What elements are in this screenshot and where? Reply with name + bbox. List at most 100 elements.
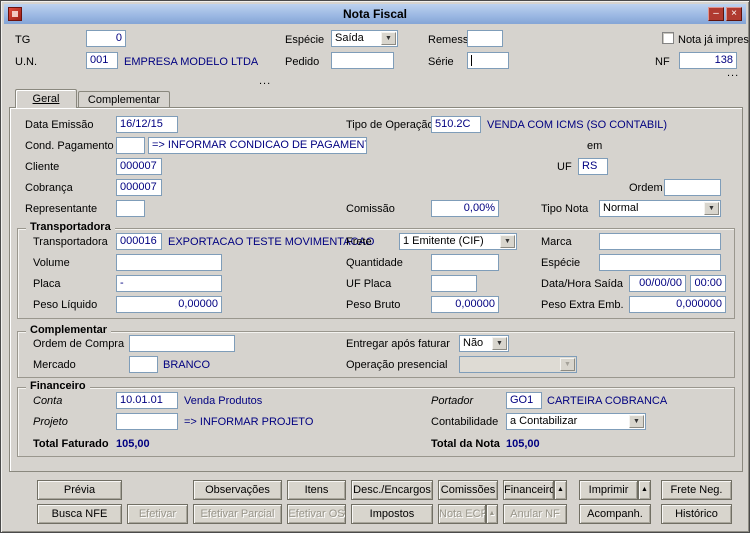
contabilidade-value: a Contabilizar	[510, 415, 578, 427]
pedido-input[interactable]	[331, 52, 394, 69]
cond-pagamento-description-box: => INFORMAR CONDICAO DE PAGAMENTO	[148, 137, 367, 154]
tipo-nota-select[interactable]: Normal ▼	[599, 200, 721, 217]
cliente-input[interactable]: 000007	[116, 158, 162, 175]
peso-extra-input[interactable]: 0,000000	[629, 296, 726, 313]
peso-bruto-input[interactable]: 0,00000	[431, 296, 499, 313]
data-emissao-input[interactable]: 16/12/15	[116, 116, 178, 133]
peso-liquido-label: Peso Líquido	[33, 299, 98, 311]
financeiro-button[interactable]: Financeiro	[503, 480, 554, 500]
nota-ecf-button: Nota ECF	[438, 504, 486, 524]
cobranca-input[interactable]: 000007	[116, 179, 162, 196]
dropdown-arrow-icon: ▼	[704, 202, 719, 215]
close-button[interactable]: ×	[726, 7, 742, 21]
ordem-compra-label: Ordem de Compra	[33, 338, 125, 350]
especie-select[interactable]: Saída ▼	[331, 30, 398, 47]
tab-complementar[interactable]: Complementar	[78, 91, 170, 107]
un-label: U.N.	[15, 56, 37, 68]
minimize-button[interactable]: –	[708, 7, 724, 21]
mercado-input[interactable]	[129, 356, 158, 373]
projeto-input[interactable]	[116, 413, 178, 430]
imprimir-button[interactable]: Imprimir	[579, 480, 638, 500]
ordem-compra-input[interactable]	[129, 335, 235, 352]
mercado-label: Mercado	[33, 359, 76, 371]
especie-emb-input[interactable]	[599, 254, 721, 271]
impostos-button[interactable]: Impostos	[351, 504, 433, 524]
projeto-label: Projeto	[33, 416, 68, 428]
ordem-input[interactable]	[664, 179, 721, 196]
em-label: em	[587, 140, 603, 152]
comissao-input[interactable]: 0,00%	[431, 200, 499, 217]
peso-bruto-label: Peso Bruto	[346, 299, 401, 311]
data-saida-input[interactable]: 00/00/00	[629, 275, 686, 292]
quantidade-input[interactable]	[431, 254, 499, 271]
app-icon	[8, 7, 22, 21]
serie-label: Série	[428, 56, 454, 68]
contabilidade-select[interactable]: a Contabilizar ▼	[506, 413, 646, 430]
conta-description: Venda Produtos	[184, 395, 263, 407]
representante-input[interactable]	[116, 200, 145, 217]
mercado-description: BRANCO	[163, 359, 211, 371]
desc-encargos-button[interactable]: Desc./Encargos	[351, 480, 433, 500]
especie-label: Espécie	[285, 34, 325, 46]
dropdown-arrow-icon: ▼	[381, 32, 396, 45]
financeiro-expand-arrow-icon[interactable]: ▲	[554, 480, 567, 500]
data-hora-saida-label: Data/Hora Saída	[541, 278, 623, 290]
busca-nfe-button[interactable]: Busca NFE	[37, 504, 122, 524]
previa-button[interactable]: Prévia	[37, 480, 122, 500]
observacoes-button[interactable]: Observações	[193, 480, 282, 500]
remessa-input[interactable]	[467, 30, 503, 47]
placa-input[interactable]: -	[116, 275, 222, 292]
uf-placa-input[interactable]	[431, 275, 477, 292]
portador-input[interactable]: GO1	[506, 392, 542, 409]
header-splitter-ellipsis[interactable]: ...	[259, 75, 271, 87]
historico-button[interactable]: Histórico	[661, 504, 732, 524]
entregar-apos-faturar-select[interactable]: Não ▼	[459, 335, 509, 352]
volume-input[interactable]	[116, 254, 222, 271]
cond-pagamento-input[interactable]	[116, 137, 145, 154]
imprimir-expand-arrow-icon[interactable]: ▲	[638, 480, 651, 500]
projeto-description: => INFORMAR PROJETO	[184, 416, 314, 428]
frete-neg-button[interactable]: Frete Neg.	[661, 480, 732, 500]
efetivar-parcial-button: Efetivar Parcial	[193, 504, 282, 524]
entregar-apos-faturar-value: Não	[463, 337, 484, 349]
frete-select[interactable]: 1 Emitente (CIF) ▼	[399, 233, 517, 250]
tab-geral[interactable]: Geral	[15, 89, 77, 108]
tg-label: TG	[15, 34, 31, 46]
total-da-nota-label: Total da Nota	[431, 438, 500, 450]
transportadora-input[interactable]: 000016	[116, 233, 162, 250]
tg-input[interactable]: 0	[86, 30, 126, 47]
hora-saida-input[interactable]: 00:00	[690, 275, 726, 292]
itens-button[interactable]: Itens	[287, 480, 346, 500]
tipo-nota-value: Normal	[603, 202, 639, 214]
text-caret	[471, 55, 472, 66]
tipo-operacao-input[interactable]: 510.2C	[431, 116, 481, 133]
representante-label: Representante	[25, 203, 98, 215]
uf-input[interactable]: RS	[578, 158, 608, 175]
pedido-label: Pedido	[285, 56, 320, 68]
nota-ja-impressa-checkbox[interactable]	[662, 32, 674, 44]
complementar-group-title: Complementar	[26, 324, 112, 336]
anular-nf-button: Anular NF	[503, 504, 567, 524]
peso-extra-label: Peso Extra Emb.	[541, 299, 624, 311]
acompanh-button[interactable]: Acompanh.	[579, 504, 651, 524]
volume-label: Volume	[33, 257, 70, 269]
tipo-operacao-description: VENDA COM ICMS (SO CONTABIL)	[487, 119, 668, 131]
dropdown-arrow-icon: ▼	[560, 358, 575, 371]
transportadora-description: EXPORTACAO TESTE MOVIMENTACAO	[168, 236, 375, 248]
frete-value: 1 Emitente (CIF)	[403, 235, 484, 247]
dropdown-arrow-icon: ▼	[492, 337, 507, 350]
serie-input[interactable]	[467, 52, 509, 69]
peso-liquido-input[interactable]: 0,00000	[116, 296, 222, 313]
efetivar-button: Efetivar	[127, 504, 188, 524]
nota-fiscal-window: Nota Fiscal – × TG 0 Espécie Saída ▼ Rem…	[0, 0, 750, 533]
marca-input[interactable]	[599, 233, 721, 250]
entregar-apos-faturar-label: Entregar após faturar	[346, 338, 450, 350]
conta-input[interactable]: 10.01.01	[116, 392, 178, 409]
efetivar-os-button: Efetivar OS	[287, 504, 346, 524]
un-input[interactable]: 001	[86, 52, 118, 69]
nf-ellipsis-button[interactable]: ...	[727, 67, 739, 79]
operacao-presencial-label: Operação presencial	[346, 359, 448, 371]
financeiro-group-title: Financeiro	[26, 380, 90, 392]
placa-label: Placa	[33, 278, 61, 290]
comissoes-button[interactable]: Comissões	[438, 480, 498, 500]
